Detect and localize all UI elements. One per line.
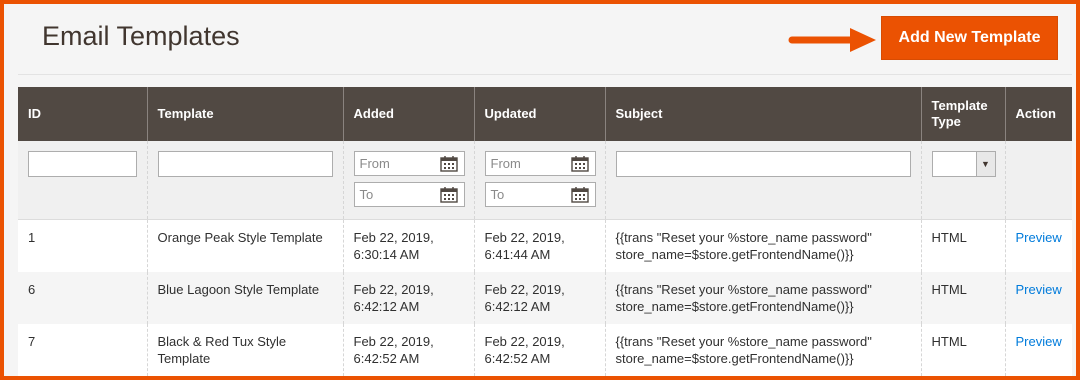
cell-added: Feb 22, 2019, 6:42:12 AM: [342, 272, 474, 324]
id-filter-input[interactable]: [28, 151, 137, 177]
chevron-down-icon[interactable]: ▼: [975, 152, 995, 176]
table-row[interactable]: 6 Blue Lagoon Style Template Feb 22, 201…: [18, 272, 1072, 324]
preview-link[interactable]: Preview: [1016, 230, 1062, 245]
cell-template: Black & Red Tux Style Template: [146, 324, 343, 376]
cell-subject: {{trans "Reset your %store_name password…: [604, 219, 921, 272]
added-from-input[interactable]: From: [353, 151, 465, 176]
filter-row: From To From To ▼: [18, 141, 1072, 220]
cell-id: 7: [18, 324, 147, 376]
templates-grid: ID Template Added Updated Subject Templa…: [18, 87, 1072, 376]
template-filter-input[interactable]: [157, 151, 333, 177]
cell-template: Blue Lagoon Style Template: [146, 272, 343, 324]
updated-to-input[interactable]: To: [484, 182, 596, 207]
column-header-updated[interactable]: Updated: [473, 87, 605, 141]
cell-updated: Feb 22, 2019, 6:42:12 AM: [473, 272, 605, 324]
calendar-icon[interactable]: [439, 155, 458, 172]
added-from-placeholder: From: [359, 156, 390, 171]
add-new-template-button[interactable]: Add New Template: [881, 16, 1058, 60]
updated-to-placeholder: To: [490, 187, 505, 202]
page-header: Email Templates Add New Template: [18, 8, 1072, 75]
grid-header-row: ID Template Added Updated Subject Templa…: [18, 87, 1072, 141]
updated-from-input[interactable]: From: [484, 151, 596, 176]
calendar-icon[interactable]: [439, 186, 458, 203]
cell-updated: Feb 22, 2019, 6:42:52 AM: [473, 324, 605, 376]
cell-added: Feb 22, 2019, 6:30:14 AM: [342, 219, 474, 272]
column-header-subject[interactable]: Subject: [604, 87, 921, 141]
arrow-right-icon: [788, 28, 876, 52]
added-to-input[interactable]: To: [353, 182, 465, 207]
cell-added: Feb 22, 2019, 6:42:52 AM: [342, 324, 474, 376]
added-to-placeholder: To: [359, 187, 374, 202]
column-header-template-type[interactable]: Template Type: [920, 87, 1005, 141]
cell-subject: {{trans "Reset your %store_name password…: [604, 272, 921, 324]
cell-id: 6: [18, 272, 147, 324]
calendar-icon[interactable]: [570, 155, 589, 172]
cell-template: Orange Peak Style Template: [146, 219, 343, 272]
column-header-action: Action: [1004, 87, 1072, 141]
table-row[interactable]: 7 Black & Red Tux Style Template Feb 22,…: [18, 324, 1072, 376]
cell-type: HTML: [920, 324, 1005, 376]
table-row[interactable]: 1 Orange Peak Style Template Feb 22, 201…: [18, 219, 1072, 272]
page-frame: Email Templates Add New Template ID Temp…: [0, 0, 1080, 380]
cell-type: HTML: [920, 272, 1005, 324]
column-header-template[interactable]: Template: [146, 87, 343, 141]
template-type-select[interactable]: ▼: [931, 151, 996, 177]
preview-link[interactable]: Preview: [1016, 282, 1062, 297]
column-header-added[interactable]: Added: [342, 87, 474, 141]
calendar-icon[interactable]: [570, 186, 589, 203]
subject-filter-input[interactable]: [615, 151, 911, 177]
preview-link[interactable]: Preview: [1016, 334, 1062, 349]
cell-subject: {{trans "Reset your %store_name password…: [604, 324, 921, 376]
page-title: Email Templates: [42, 21, 240, 51]
updated-from-placeholder: From: [490, 156, 521, 171]
cell-id: 1: [18, 219, 147, 272]
cell-type: HTML: [920, 219, 1005, 272]
cell-updated: Feb 22, 2019, 6:41:44 AM: [473, 219, 605, 272]
column-header-id[interactable]: ID: [18, 87, 147, 141]
